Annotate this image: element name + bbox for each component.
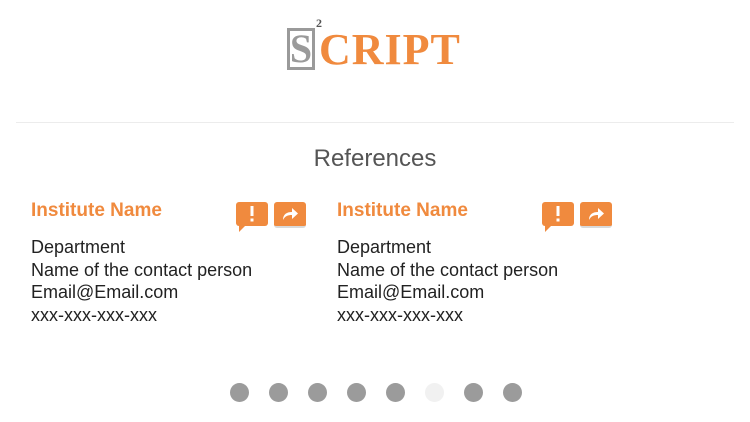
report-button[interactable]: [542, 202, 574, 232]
department-text: Department: [337, 237, 432, 257]
card-actions: [236, 202, 306, 232]
contact-person-text: Name of the contact person: [337, 259, 559, 280]
page-indicator: [230, 383, 522, 402]
logo-s-box: S: [287, 28, 315, 70]
email-text: Email@Email.com: [31, 282, 179, 302]
page-dot[interactable]: [269, 383, 288, 402]
page-dot[interactable]: [308, 383, 327, 402]
share-button[interactable]: [274, 202, 306, 228]
contact-details: Department Name of the contact person Em…: [337, 236, 558, 326]
exclamation-icon: [556, 206, 560, 222]
institute-name: Institute Name: [337, 200, 468, 221]
page-dot[interactable]: [386, 383, 405, 402]
exclamation-icon: [250, 206, 254, 222]
page-dot[interactable]: [347, 383, 366, 402]
department-text: Department: [31, 237, 126, 257]
page-dot-active[interactable]: [425, 383, 444, 402]
header-divider: [16, 122, 734, 123]
page-dot[interactable]: [464, 383, 483, 402]
share-button[interactable]: [580, 202, 612, 228]
email-text: Email@Email.com: [337, 282, 485, 302]
institute-name: Institute Name: [31, 200, 162, 221]
script-logo: S 2 CRIPT: [285, 16, 465, 74]
logo-wordmark: CRIPT: [319, 25, 461, 74]
contact-details: Department Name of the contact person Em…: [31, 236, 252, 326]
page-dot[interactable]: [503, 383, 522, 402]
contact-person-text: Name of the contact person: [31, 259, 253, 280]
page-title: References: [313, 145, 437, 172]
phone-text: xxx-xxx-xxx-xxx: [337, 304, 463, 325]
share-arrow-icon: [283, 208, 298, 220]
phone-text: xxx-xxx-xxx-xxx: [31, 304, 157, 325]
card-actions: [542, 202, 612, 232]
references-screen: S 2 CRIPT References Institute Name Depa…: [0, 0, 750, 422]
share-arrow-icon: [589, 208, 604, 220]
report-button[interactable]: [236, 202, 268, 232]
page-dot[interactable]: [230, 383, 249, 402]
